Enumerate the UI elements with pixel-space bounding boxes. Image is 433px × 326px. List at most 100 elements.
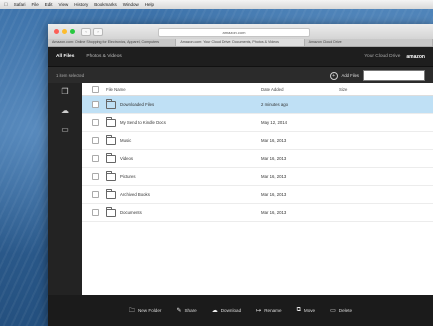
folder-icon xyxy=(106,170,116,181)
row-checkbox[interactable] xyxy=(92,173,99,180)
browser-tab[interactable]: Amazon Cloud Drive xyxy=(305,39,433,46)
date-added: May 12, 2014 xyxy=(261,120,288,125)
file-name[interactable]: Videos xyxy=(120,156,133,161)
rename-button[interactable]: ↦ Rename xyxy=(256,307,281,314)
table-row[interactable]: Music Mar 16, 2013 xyxy=(82,132,433,150)
folder-icon xyxy=(106,134,116,145)
rename-icon: ↦ xyxy=(256,308,262,314)
date-added: Mar 16, 2013 xyxy=(261,210,287,215)
row-checkbox[interactable] xyxy=(92,119,99,126)
header-right: Your Cloud Drive amazon xyxy=(364,54,425,60)
browser-tab-bar: Amazon.com: Online Shopping for Electron… xyxy=(48,39,433,47)
trash-icon: ▭ xyxy=(330,308,336,314)
new-folder-button[interactable]: 🗀 New Folder xyxy=(129,306,162,316)
date-added: Mar 16, 2013 xyxy=(261,192,287,197)
search-input[interactable] xyxy=(363,70,425,81)
date-added: Mar 16, 2013 xyxy=(261,174,287,179)
menu-window[interactable]: Window xyxy=(123,2,139,7)
forward-icon[interactable]: › xyxy=(93,27,103,36)
selection-status: 1 item selected xyxy=(56,73,85,78)
column-date[interactable]: Date Added xyxy=(261,87,339,92)
row-checkbox[interactable] xyxy=(92,155,99,162)
move-button[interactable]: ⧉ Move xyxy=(297,307,316,314)
delete-button[interactable]: ▭ Delete xyxy=(330,307,352,314)
move-icon: ⧉ xyxy=(296,307,301,313)
app-body: ❐ ☁ ▭ File Name Date Added Size Download… xyxy=(48,83,433,295)
folder-icon xyxy=(106,188,116,199)
table-row[interactable]: Documents Mar 16, 2013 xyxy=(82,204,433,222)
menu-help[interactable]: Help xyxy=(145,2,154,7)
toolbar-right: + Add Files xyxy=(329,70,425,81)
row-checkbox[interactable] xyxy=(92,137,99,144)
rename-label: Rename xyxy=(264,308,282,313)
download-icon: ☁ xyxy=(211,308,218,314)
file-name[interactable]: Pictures xyxy=(120,174,136,179)
trash-icon[interactable]: ▭ xyxy=(60,125,71,134)
delete-label: Delete xyxy=(338,308,353,313)
cloud-icon[interactable]: ☁ xyxy=(60,106,71,115)
select-all-checkbox[interactable] xyxy=(92,85,99,93)
back-icon[interactable]: ‹ xyxy=(81,27,91,36)
folder-icon xyxy=(106,98,116,109)
row-checkbox[interactable] xyxy=(92,101,99,108)
table-row[interactable]: Pictures Mar 16, 2013 xyxy=(82,168,433,186)
table-row[interactable]: Archived Books Mar 16, 2013 xyxy=(82,186,433,204)
move-label: Move xyxy=(303,308,316,313)
app-header: All Files Photos & Videos Your Cloud Dri… xyxy=(48,47,433,66)
add-files-icon[interactable]: + xyxy=(329,71,338,80)
address-bar[interactable]: amazon.com xyxy=(158,28,310,37)
table-row[interactable]: My Send to Kindle Docs May 12, 2014 xyxy=(82,114,433,132)
app-toolbar: 1 item selected + Add Files xyxy=(48,66,433,84)
window-controls xyxy=(54,29,75,34)
file-name[interactable]: Archived Books xyxy=(120,192,150,197)
file-name[interactable]: Documents xyxy=(120,210,142,215)
menu-safari[interactable]: Safari xyxy=(14,2,26,7)
sidebar: ❐ ☁ ▭ xyxy=(48,83,82,295)
minimize-window-button[interactable] xyxy=(62,29,67,34)
menu-file[interactable]: File xyxy=(32,2,39,7)
file-name[interactable]: Downloaded Files xyxy=(120,102,154,107)
new-folder-icon: 🗀 xyxy=(128,307,135,314)
file-name[interactable]: Music xyxy=(120,138,131,143)
folder-icon xyxy=(106,206,116,217)
add-files-button[interactable]: Add Files xyxy=(342,73,359,78)
account-menu[interactable]: Your Cloud Drive xyxy=(364,54,400,59)
menu-bookmarks[interactable]: Bookmarks xyxy=(94,2,117,7)
share-label: Share xyxy=(184,308,197,313)
system-menubar:  Safari File Edit View History Bookmark… xyxy=(0,0,433,9)
browser-window: ‹ › amazon.com Amazon.com: Online Shoppi… xyxy=(48,24,433,326)
table-header: File Name Date Added Size xyxy=(82,83,433,96)
close-window-button[interactable] xyxy=(54,29,59,34)
new-folder-label: New Folder xyxy=(137,308,162,313)
column-name[interactable]: File Name xyxy=(106,87,261,92)
zoom-window-button[interactable] xyxy=(70,29,75,34)
browser-titlebar: ‹ › amazon.com xyxy=(48,24,433,39)
nav-all-files[interactable]: All Files xyxy=(56,54,74,59)
share-icon: ✎ xyxy=(176,308,182,314)
menu-history[interactable]: History xyxy=(74,2,88,7)
folder-icon xyxy=(106,116,116,127)
row-checkbox[interactable] xyxy=(92,209,99,216)
date-added: Mar 16, 2013 xyxy=(261,138,287,143)
menu-edit[interactable]: Edit xyxy=(45,2,53,7)
table-row[interactable]: Videos Mar 16, 2013 xyxy=(82,150,433,168)
amazon-logo[interactable]: amazon xyxy=(406,54,425,60)
file-name[interactable]: My Send to Kindle Docs xyxy=(120,120,166,125)
date-added: Mar 16, 2013 xyxy=(261,156,287,161)
file-list: File Name Date Added Size Downloaded Fil… xyxy=(82,83,433,295)
column-size[interactable]: Size xyxy=(339,87,379,92)
share-button[interactable]: ✎ Share xyxy=(176,307,196,314)
apple-icon[interactable]:  xyxy=(4,2,8,8)
table-row[interactable]: Downloaded Files 2 minutes ago xyxy=(82,96,433,114)
browser-tab-active[interactable]: Amazon.com: Your Cloud Drive: Documents,… xyxy=(176,39,305,46)
nav-photos-videos[interactable]: Photos & Videos xyxy=(86,54,121,59)
action-bar: 🗀 New Folder ✎ Share ☁ Download ↦ Rename ⧉ Mo… xyxy=(48,295,433,326)
folder-icon xyxy=(106,152,116,163)
date-added: 2 minutes ago xyxy=(261,102,288,107)
files-icon[interactable]: ❐ xyxy=(60,87,71,96)
browser-tab[interactable]: Amazon.com: Online Shopping for Electron… xyxy=(48,39,177,46)
menu-view[interactable]: View xyxy=(59,2,69,7)
download-button[interactable]: ☁ Download xyxy=(212,307,241,314)
download-label: Download xyxy=(220,308,242,313)
row-checkbox[interactable] xyxy=(92,191,99,198)
